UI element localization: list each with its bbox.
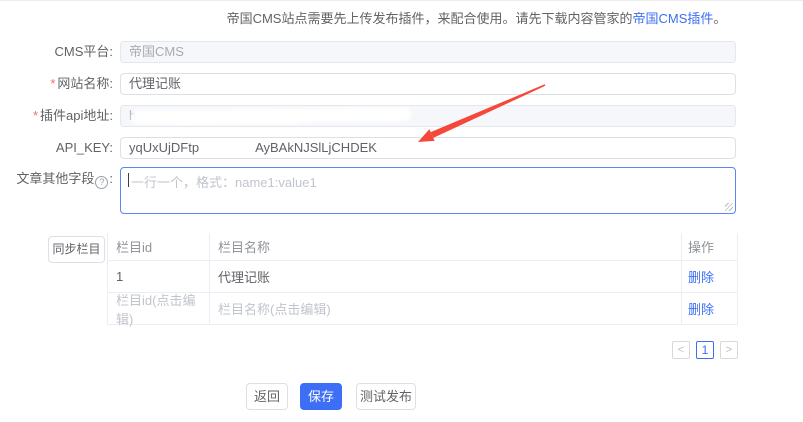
pagination: < 1 > [672, 341, 738, 359]
cms-platform-input: 帝国CMS [120, 41, 736, 63]
column-header-action: 操作 [682, 233, 738, 261]
plugin-notice: 帝国CMS站点需要先上传发布插件，来配合使用。请先下载内容管家的帝国CMS插件。 [0, 8, 803, 27]
save-button[interactable]: 保存 [300, 383, 342, 410]
cell-column-id[interactable]: 1 [107, 261, 210, 293]
pagination-page-1[interactable]: 1 [696, 341, 714, 359]
api-key-label: API_KEY: [0, 137, 113, 159]
cms-site-config-page: 帝国CMS站点需要先上传发布插件，来配合使用。请先下载内容管家的帝国CMS插件。… [0, 0, 803, 422]
required-asterisk: * [50, 76, 55, 91]
help-question-icon[interactable]: ? [95, 176, 108, 189]
textarea-placeholder: 一行一个，格式：name1:value1 [131, 175, 317, 190]
delete-link[interactable]: 删除 [688, 299, 714, 318]
table-header-row: 栏目id 栏目名称 操作 [107, 233, 738, 261]
sync-columns-button[interactable]: 同步栏目 [48, 236, 105, 263]
column-header-name: 栏目名称 [210, 233, 682, 261]
resize-handle-icon[interactable] [725, 203, 733, 211]
api-key-input[interactable]: yqUxUjDFtpAyBAkNJSlLjCHDEK [120, 137, 736, 159]
plugin-api-url-label: *插件api地址: [0, 105, 113, 127]
cms-plugin-download-link[interactable]: 帝国CMS插件 [632, 11, 713, 26]
columns-table: 栏目id 栏目名称 操作 1 代理记账 删除 栏目id(点击编辑) 栏目名称(点… [107, 233, 738, 325]
site-name-label: *网站名称: [0, 73, 113, 95]
test-publish-button[interactable]: 测试发布 [356, 383, 416, 410]
site-name-input[interactable]: 代理记账 [120, 73, 736, 95]
text-caret [128, 173, 129, 187]
pagination-prev-button[interactable]: < [672, 341, 690, 359]
back-button[interactable]: 返回 [246, 383, 288, 410]
cms-platform-label: CMS平台: [0, 41, 113, 63]
cell-column-id-editable[interactable]: 栏目id(点击编辑) [107, 293, 210, 325]
plugin-api-url-input: h [120, 105, 736, 127]
table-row: 1 代理记账 删除 [107, 261, 738, 293]
notice-text-end: 。 [713, 11, 726, 26]
article-extra-fields-label: 文章其他字段?: [0, 168, 113, 190]
required-asterisk: * [33, 108, 38, 123]
delete-link[interactable]: 删除 [688, 267, 714, 286]
pagination-next-button[interactable]: > [720, 341, 738, 359]
redaction-blur [171, 113, 301, 124]
cell-column-name[interactable]: 代理记账 [210, 261, 682, 293]
table-row-placeholder: 栏目id(点击编辑) 栏目名称(点击编辑) 删除 [107, 293, 738, 325]
article-extra-fields-textarea[interactable]: 一行一个，格式：name1:value1 [120, 167, 736, 214]
column-header-id: 栏目id [107, 233, 210, 261]
cell-column-name-editable[interactable]: 栏目名称(点击编辑) [210, 293, 682, 325]
redaction-blur [199, 144, 255, 154]
notice-text: 帝国CMS站点需要先上传发布插件，来配合使用。请先下载内容管家的 [227, 11, 633, 26]
